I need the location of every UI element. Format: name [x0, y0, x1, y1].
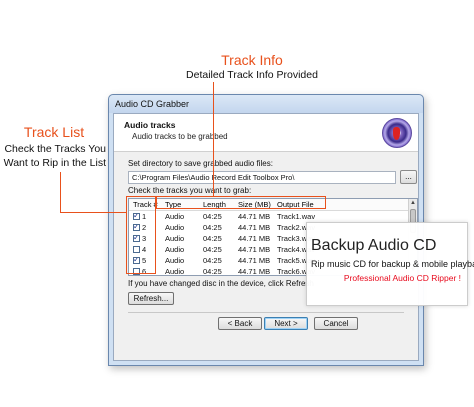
wizard-header: Audio tracks Audio tracks to be grabbed	[114, 114, 418, 152]
track-info-callout-title: Track Info	[221, 52, 283, 68]
track-type: Audio	[165, 223, 185, 232]
track-type: Audio	[165, 245, 185, 254]
track-output-file: Track1.wav	[277, 212, 316, 221]
check-tracks-label: Check the tracks you want to grab:	[128, 186, 252, 195]
directory-label: Set directory to save grabbed audio file…	[128, 159, 273, 168]
track-type: Audio	[165, 267, 185, 276]
next-button[interactable]: Next >	[264, 317, 308, 330]
track-length: 04:25	[203, 223, 222, 232]
window-title: Audio CD Grabber	[115, 99, 190, 109]
track-list-connector-h	[60, 212, 126, 213]
track-size: 44.71 MB	[238, 245, 271, 254]
header-title: Audio tracks	[124, 120, 176, 130]
scroll-up-arrow-icon[interactable]: ▲	[409, 199, 417, 208]
backup-title: Backup Audio CD	[311, 237, 437, 254]
browse-button[interactable]: ...	[400, 170, 417, 184]
track-size: 44.71 MB	[238, 234, 271, 243]
track-length: 04:25	[203, 256, 222, 265]
track-list-callout-line-1: Check the Tracks You	[4, 143, 106, 155]
track-type: Audio	[165, 234, 185, 243]
track-list-connector-v	[60, 172, 61, 213]
track-size: 44.71 MB	[238, 212, 271, 221]
footer-divider	[128, 312, 404, 313]
backup-tagline: Professional Audio CD Ripper !	[343, 273, 461, 283]
track-checkbox-highlight	[126, 196, 156, 274]
back-button[interactable]: < Back	[218, 317, 262, 330]
window-titlebar[interactable]: Audio CD Grabber	[109, 95, 423, 113]
track-length: 04:25	[203, 212, 222, 221]
cancel-button[interactable]: Cancel	[314, 317, 358, 330]
refresh-note: If you have changed disc in the device, …	[128, 279, 314, 288]
track-length: 04:25	[203, 234, 222, 243]
track-type: Audio	[165, 212, 185, 221]
track-length: 04:25	[203, 267, 222, 276]
track-size: 44.71 MB	[238, 267, 271, 276]
directory-input[interactable]: C:\Program Files\Audio Record Edit Toolb…	[128, 171, 396, 184]
track-list-callout-title: Track List	[23, 124, 85, 140]
cd-music-icon	[382, 118, 412, 148]
track-size: 44.71 MB	[238, 256, 271, 265]
track-length: 04:25	[203, 245, 222, 254]
backup-audio-cd-panel: Backup Audio CD Rip music CD for backup …	[306, 222, 474, 306]
track-info-callout-desc: Detailed Track Info Provided	[186, 69, 318, 81]
track-info-highlight	[156, 196, 326, 209]
refresh-button[interactable]: Refresh...	[128, 292, 174, 305]
track-list-callout-line-2: Want to Rip in the List	[3, 157, 106, 169]
track-row[interactable]: 1Audio04:2544.71 MBTrack1.wav	[129, 211, 417, 222]
backup-description: Rip music CD for backup & mobile playbac…	[311, 259, 474, 269]
track-size: 44.71 MB	[238, 223, 271, 232]
track-list-callout-desc: Check the Tracks You Want to Rip in the …	[2, 142, 106, 170]
track-info-connector	[213, 82, 214, 196]
track-type: Audio	[165, 256, 185, 265]
